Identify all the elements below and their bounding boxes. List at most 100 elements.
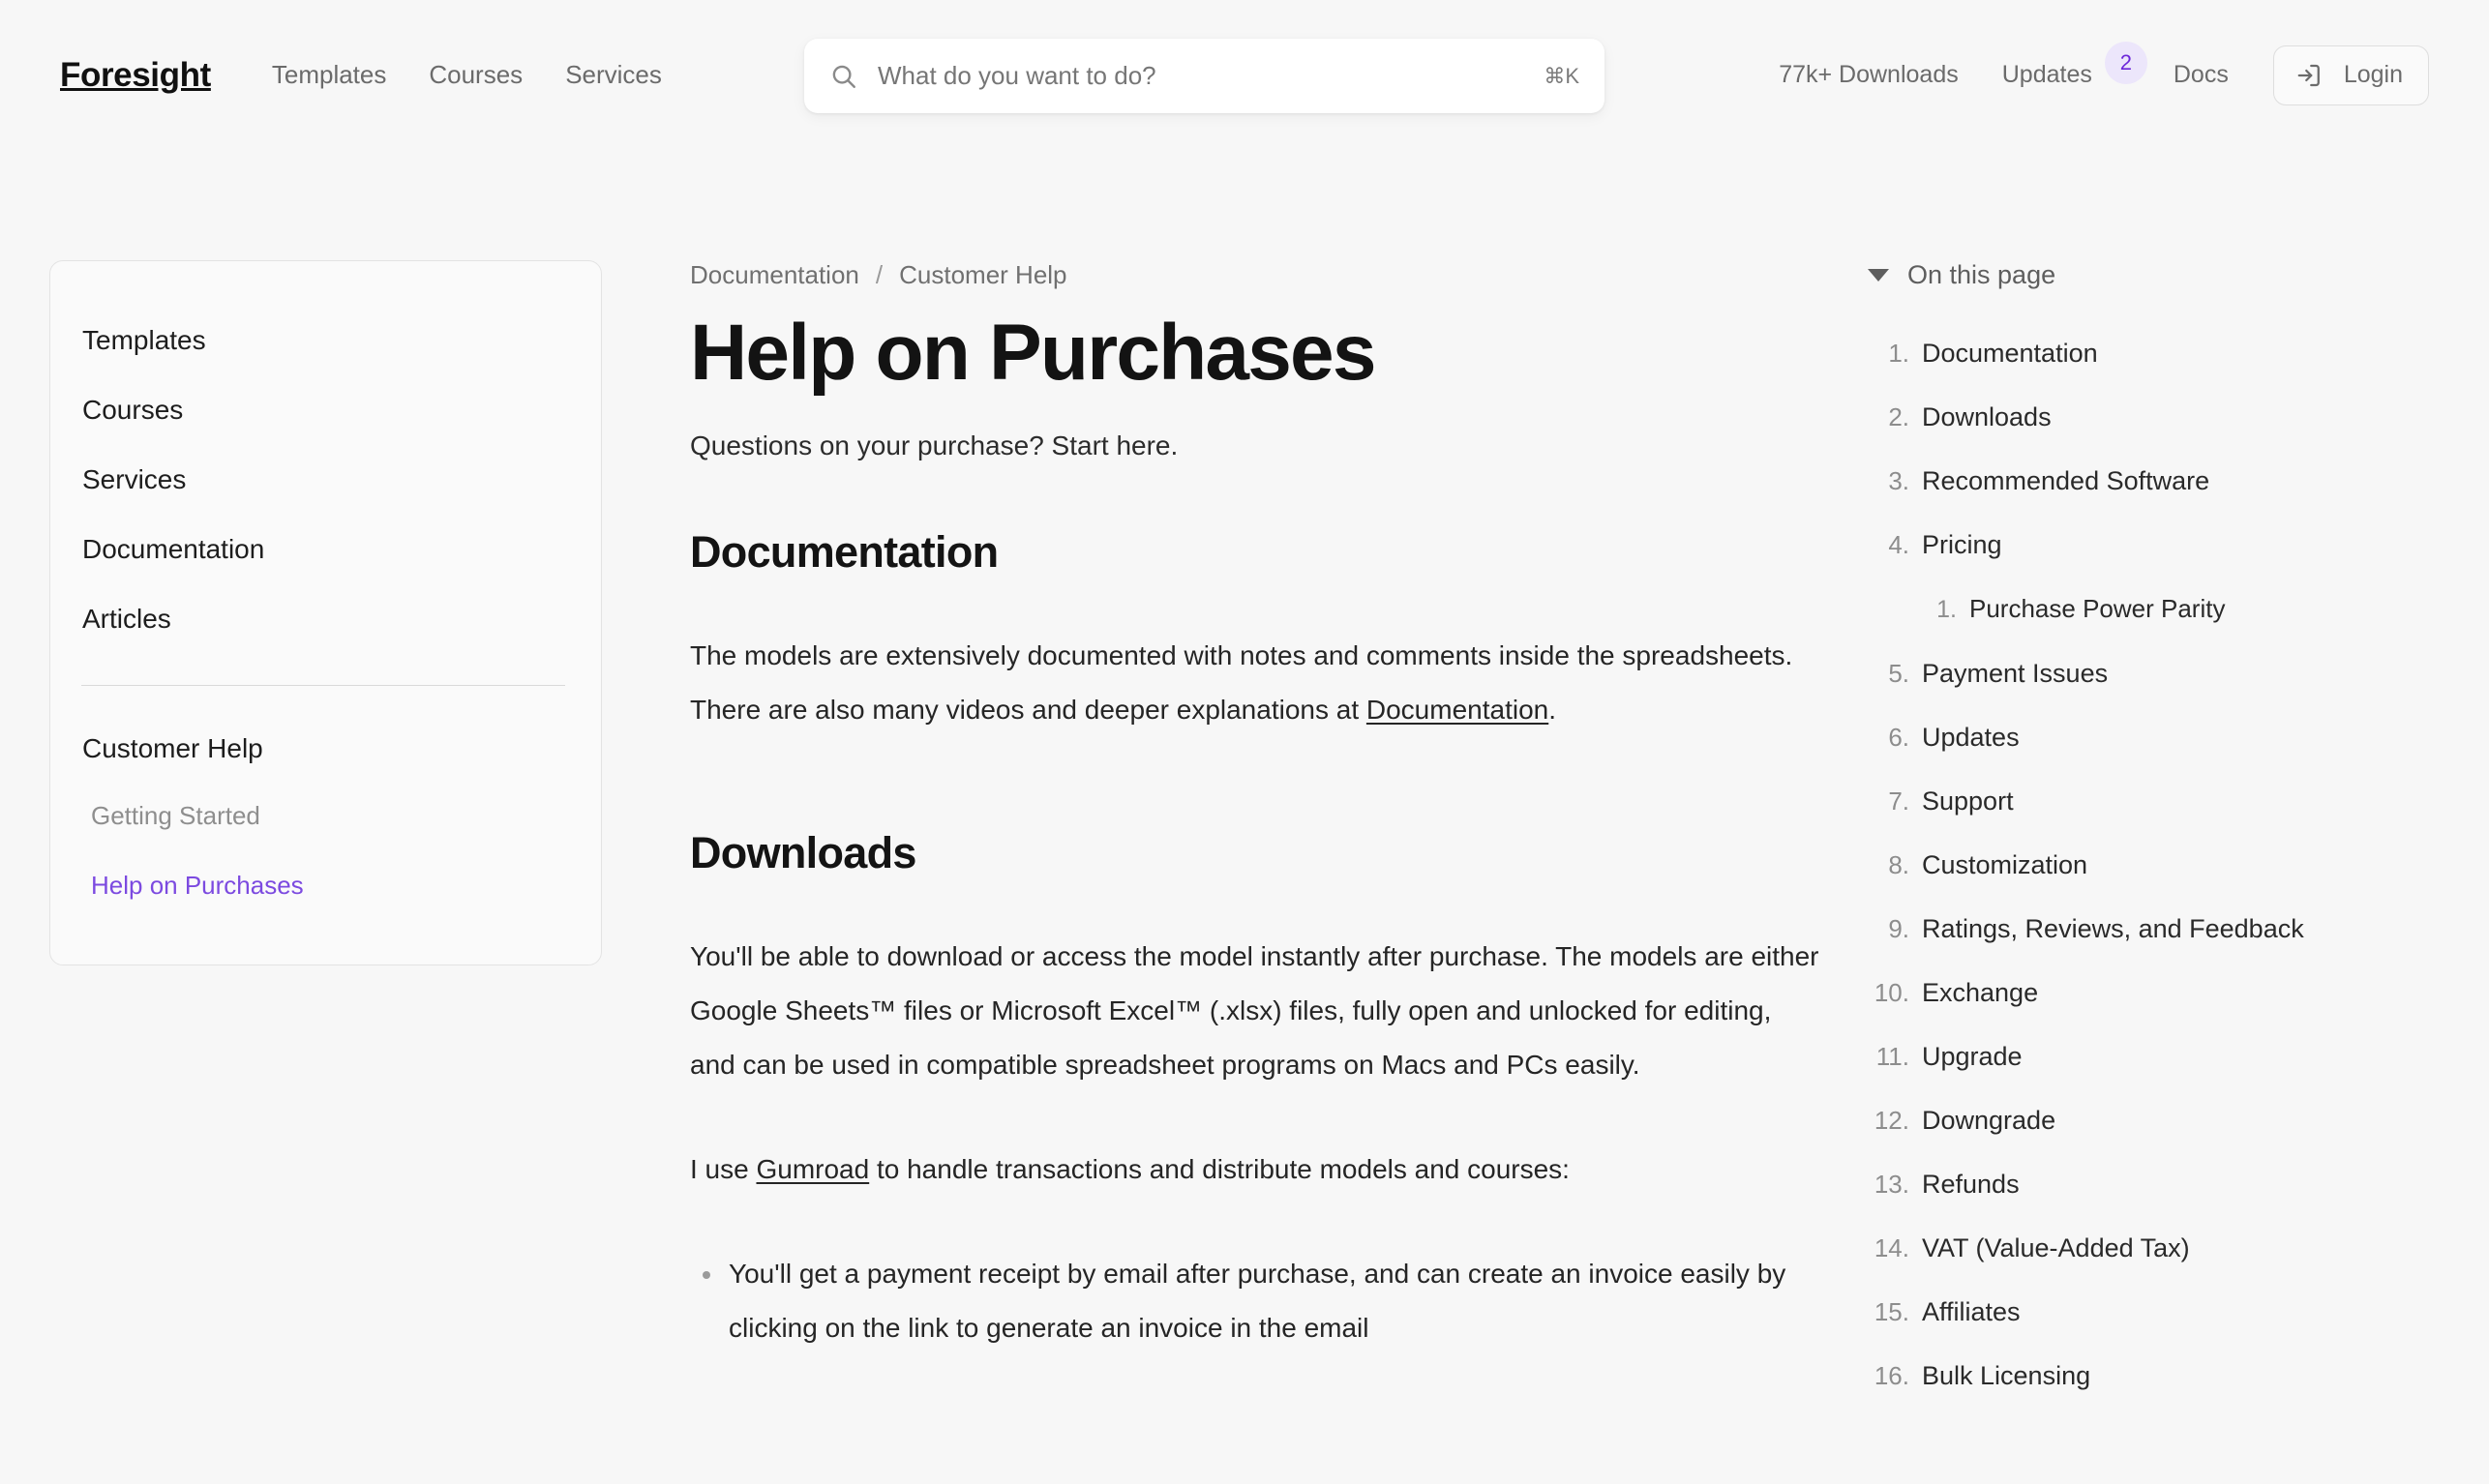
section-paragraph-documentation: The models are extensively documented wi… (690, 629, 1822, 737)
chevron-down-icon (1868, 269, 1889, 282)
section-heading-downloads: Downloads (690, 827, 916, 877)
toc-item[interactable]: 4. Pricing (1868, 513, 2419, 577)
toc-item-label[interactable]: Documentation (1922, 321, 2098, 385)
on-this-page-toc: On this page 1. Documentation 2. Downloads 3… (1868, 260, 2419, 1408)
login-button-label: Login (2343, 61, 2403, 88)
updates-link[interactable]: Updates (2002, 61, 2092, 89)
toc-item[interactable]: 11. Upgrade (1868, 1024, 2419, 1088)
gumroad-lead-paragraph: I use Gumroad to handle transactions and… (690, 1143, 1822, 1197)
breadcrumb-current[interactable]: Customer Help (899, 260, 1066, 290)
toc-item-number: 2. (1888, 402, 1909, 431)
breadcrumb-separator: / (875, 260, 884, 289)
toc-item-label[interactable]: Bulk Licensing (1922, 1344, 2090, 1408)
toc-item-number: 12. (1874, 1106, 1909, 1135)
toc-item-number: 8. (1888, 850, 1909, 879)
toc-item[interactable]: 2. Downloads (1868, 385, 2419, 449)
paragraph-text-suffix: . (1548, 694, 1557, 725)
toc-item-number: 9. (1888, 914, 1909, 943)
toc-item-number: 1. (1888, 339, 1909, 368)
toc-item-label[interactable]: Payment Issues (1922, 641, 2108, 705)
toc-list: 1. Documentation 2. Downloads 3. Recommended … (1868, 321, 2419, 1408)
toc-item[interactable]: 14. VAT (Value-Added Tax) (1868, 1216, 2419, 1280)
toc-item-label[interactable]: Downloads (1922, 385, 2052, 449)
sidebar-item-services[interactable]: Services (50, 445, 601, 515)
search-input[interactable] (878, 61, 1531, 91)
toc-item[interactable]: 1. Documentation (1868, 321, 2419, 385)
toc-item-number: 15. (1874, 1297, 1909, 1326)
toc-item[interactable]: 12. Downgrade (1868, 1088, 2419, 1152)
documentation-inline-link[interactable]: Documentation (1366, 695, 1548, 725)
toc-item-number: 13. (1874, 1170, 1909, 1199)
gumroad-lead-suffix: to handle transactions and distribute mo… (869, 1153, 1570, 1184)
toc-item-label[interactable]: Downgrade (1922, 1088, 2055, 1152)
toc-item[interactable]: 1. Purchase Power Parity (1868, 577, 2419, 641)
toc-item-number: 16. (1874, 1361, 1909, 1390)
login-button[interactable]: Login (2272, 45, 2429, 105)
gumroad-inline-link[interactable]: Gumroad (756, 1154, 869, 1184)
left-sidebar: Templates Courses Services Documentation… (49, 260, 602, 965)
nav-item-services[interactable]: Services (565, 60, 662, 90)
nav-item-courses[interactable]: Courses (429, 60, 523, 90)
sidebar-item-help-on-purchases[interactable]: Help on Purchases (50, 850, 601, 920)
sidebar-divider (81, 685, 565, 686)
toc-item-number: 3. (1888, 466, 1909, 495)
toc-item-number: 5. (1888, 659, 1909, 688)
header-actions: 77k+ Downloads Updates 2 Docs Login (1779, 41, 2429, 109)
toc-item-label[interactable]: Refunds (1922, 1152, 2020, 1216)
list-item: You'll get a payment receipt by email af… (690, 1247, 1822, 1355)
breadcrumb: Documentation / Customer Help (690, 260, 1822, 290)
sidebar-section-customer-help[interactable]: Customer Help (50, 717, 601, 781)
search-bar[interactable]: ⌘K (804, 39, 1604, 113)
toc-item-label[interactable]: Exchange (1922, 961, 2038, 1024)
toc-item-label[interactable]: Upgrade (1922, 1024, 2023, 1088)
toc-item-number: 4. (1888, 530, 1909, 559)
toc-item-number: 7. (1888, 787, 1909, 816)
toc-item[interactable]: 10. Exchange (1868, 961, 2419, 1024)
toc-item-label[interactable]: Affiliates (1922, 1280, 2021, 1344)
docs-link[interactable]: Docs (2174, 61, 2229, 89)
toc-item[interactable]: 7. Support (1868, 769, 2419, 833)
toc-item-number: 14. (1874, 1233, 1909, 1262)
toc-item-label[interactable]: Updates (1922, 705, 2020, 769)
sidebar-item-articles[interactable]: Articles (50, 584, 601, 654)
toc-item[interactable]: 9. Ratings, Reviews, and Feedback (1868, 897, 2419, 961)
sidebar-item-documentation[interactable]: Documentation (50, 515, 601, 584)
login-icon (2295, 61, 2324, 90)
toc-item-label[interactable]: Customization (1922, 833, 2087, 897)
toc-item[interactable]: 16. Bulk Licensing (1868, 1344, 2419, 1408)
primary-nav: Templates Courses Services (272, 60, 662, 90)
toc-item-number: 1. (1936, 596, 1957, 623)
section-heading-documentation: Documentation (690, 526, 999, 577)
toc-item[interactable]: 8. Customization (1868, 833, 2419, 897)
toc-item-label[interactable]: Ratings, Reviews, and Feedback (1922, 897, 2304, 961)
toc-item-label[interactable]: VAT (Value-Added Tax) (1922, 1216, 2190, 1280)
sidebar-item-templates[interactable]: Templates (50, 306, 601, 375)
main-content: Documentation / Customer Help Help on Pu… (690, 260, 1822, 1355)
downloads-link[interactable]: 77k+ Downloads (1779, 61, 1959, 89)
toc-item-number: 10. (1874, 978, 1909, 1007)
toc-item-label[interactable]: Support (1922, 769, 2014, 833)
toc-title: On this page (1907, 260, 2056, 289)
page-subtitle: Questions on your purchase? Start here. (690, 430, 1179, 460)
toc-header[interactable]: On this page (1868, 260, 2419, 290)
search-shortcut-hint: ⌘K (1544, 63, 1579, 88)
site-header: Foresight Templates Courses Services ⌘K … (0, 0, 2489, 150)
toc-item[interactable]: 6. Updates (1868, 705, 2419, 769)
toc-item[interactable]: 15. Affiliates (1868, 1280, 2419, 1344)
brand-logo[interactable]: Foresight (60, 56, 211, 95)
toc-item-label[interactable]: Recommended Software (1922, 449, 2209, 513)
toc-item-label[interactable]: Pricing (1922, 513, 2002, 577)
updates-badge: 2 (2104, 41, 2147, 84)
downloads-bullet-list: You'll get a payment receipt by email af… (690, 1247, 1822, 1355)
sidebar-item-courses[interactable]: Courses (50, 375, 601, 445)
toc-item-label[interactable]: Purchase Power Parity (1969, 577, 2225, 640)
toc-item-number: 6. (1888, 723, 1909, 752)
sidebar-item-getting-started[interactable]: Getting Started (50, 781, 601, 850)
toc-item[interactable]: 3. Recommended Software (1868, 449, 2419, 513)
toc-item[interactable]: 5. Payment Issues (1868, 641, 2419, 705)
toc-item[interactable]: 13. Refunds (1868, 1152, 2419, 1216)
nav-item-templates[interactable]: Templates (272, 60, 387, 90)
page-title: Help on Purchases (690, 309, 1376, 397)
breadcrumb-root[interactable]: Documentation (690, 260, 859, 290)
